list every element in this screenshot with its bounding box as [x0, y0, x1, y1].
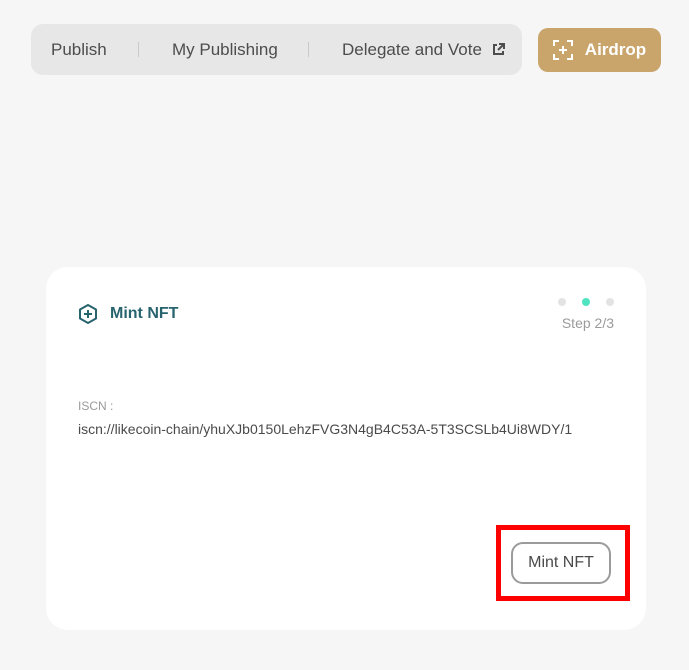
nav-divider — [308, 42, 309, 57]
external-link-icon — [492, 43, 505, 55]
scan-plus-icon — [552, 40, 573, 60]
nav-divider — [138, 42, 139, 57]
nav-item-publish[interactable]: Publish — [51, 24, 107, 75]
mint-nft-button-label: Mint NFT — [528, 554, 594, 571]
step-dot-3 — [606, 298, 614, 306]
nav-item-delegate-and-vote[interactable]: Delegate and Vote — [342, 24, 505, 75]
hexagon-plus-icon — [79, 304, 97, 324]
nav-item-label: Delegate and Vote — [342, 39, 482, 59]
airdrop-label: Airdrop — [584, 40, 647, 59]
nav-item-my-publishing[interactable]: My Publishing — [172, 24, 278, 75]
step-label: Step 2/3 — [561, 315, 614, 331]
card-title: Mint NFT — [78, 304, 178, 324]
top-nav: Publish My Publishing Delegate and Vote — [31, 24, 522, 75]
nav-item-label: Publish — [51, 39, 107, 59]
nav-item-label: My Publishing — [172, 39, 278, 59]
step-dots — [558, 298, 614, 306]
mint-nft-button[interactable]: Mint NFT — [511, 542, 611, 584]
iscn-value: iscn://likecoin-chain/yhuXJb0150LehzFVG3… — [78, 421, 573, 437]
iscn-label: ISCN : — [78, 399, 114, 413]
step-indicator: Step 2/3 — [558, 298, 614, 331]
step-dot-2-active — [582, 298, 590, 306]
airdrop-button[interactable]: Airdrop — [538, 28, 661, 72]
step-dot-1 — [558, 298, 566, 306]
card-title-text: Mint NFT — [110, 305, 179, 322]
mint-nft-card: Mint NFT Step 2/3 ISCN : iscn://likecoin… — [46, 267, 646, 630]
